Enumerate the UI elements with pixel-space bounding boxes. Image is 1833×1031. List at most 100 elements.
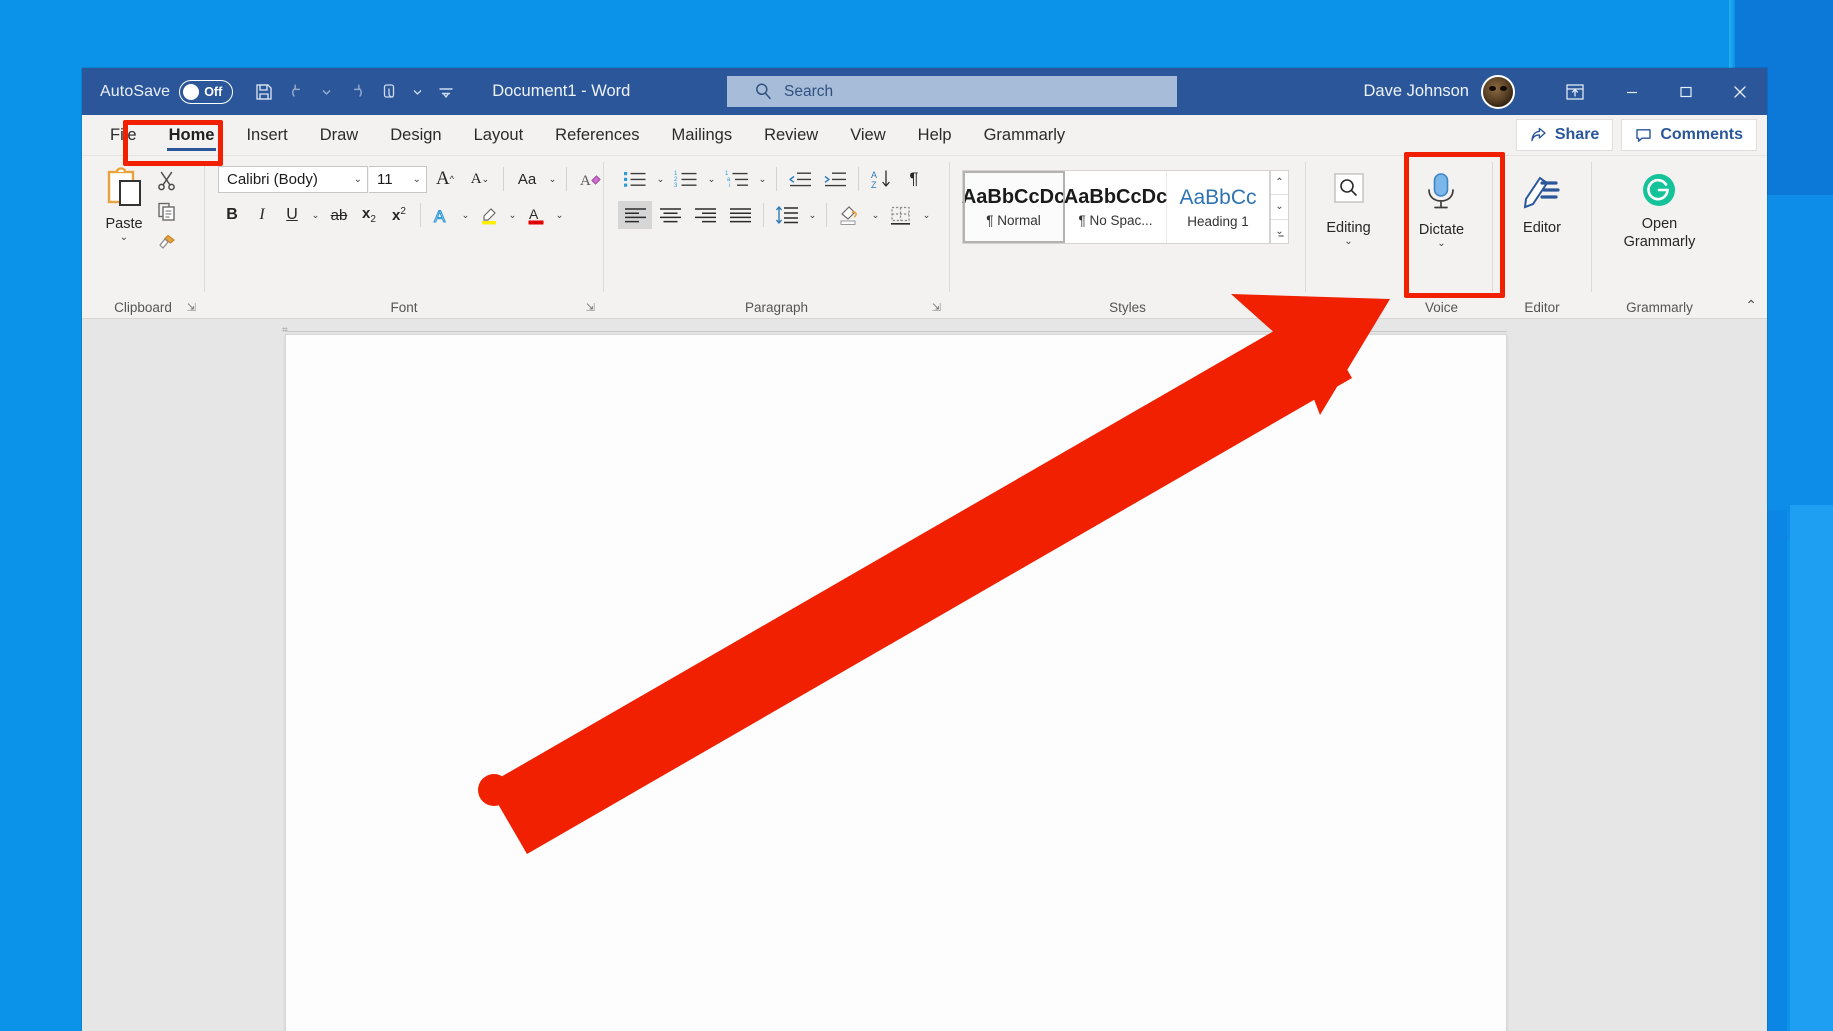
sort-icon[interactable]: A Z	[865, 165, 899, 193]
clear-formatting-icon[interactable]: A	[573, 165, 607, 193]
numbering-icon[interactable]: 1 2 3	[669, 165, 703, 193]
share-button[interactable]: Share	[1515, 119, 1614, 151]
search-input[interactable]: Search	[727, 76, 1177, 107]
dictate-button[interactable]: Dictate ⌄	[1413, 168, 1470, 249]
bullets-chevron-down-icon[interactable]: ⌄	[653, 165, 668, 193]
undo-chevron-down-icon[interactable]	[317, 75, 336, 108]
customize-quick-access-icon[interactable]	[429, 75, 462, 108]
styles-dialog-launcher[interactable]: ⇲	[1288, 301, 1297, 314]
document-page[interactable]	[285, 334, 1507, 1031]
open-grammarly-button[interactable]: Open Grammarly	[1618, 168, 1702, 250]
multilevel-list-icon[interactable]: 1 a i	[720, 165, 754, 193]
font-color-chevron-down-icon[interactable]: ⌄	[552, 201, 567, 229]
font-dialog-launcher[interactable]: ⇲	[586, 301, 595, 314]
touch-mode-icon[interactable]	[373, 75, 406, 108]
tab-mailings[interactable]: Mailings	[656, 115, 749, 155]
editing-chevron-down-icon[interactable]: ⌄	[1344, 237, 1352, 247]
shading-icon[interactable]	[833, 201, 867, 229]
underline-chevron-down-icon[interactable]: ⌄	[308, 201, 323, 229]
ribbon-display-options-icon[interactable]	[1545, 68, 1605, 115]
styles-more-icon[interactable]: ⌄̲	[1271, 219, 1288, 243]
borders-chevron-down-icon[interactable]: ⌄	[919, 201, 934, 229]
numbering-chevron-down-icon[interactable]: ⌄	[704, 165, 719, 193]
collapse-ribbon-icon[interactable]: ⌃	[1745, 297, 1757, 314]
bullets-icon[interactable]	[618, 165, 652, 193]
shading-chevron-down-icon[interactable]: ⌄	[868, 201, 883, 229]
paste-chevron-down-icon[interactable]: ⌄	[120, 233, 128, 243]
borders-icon[interactable]	[884, 201, 918, 229]
dictate-chevron-down-icon[interactable]: ⌄	[1437, 239, 1445, 249]
styles-scroll-down-icon[interactable]: ⌄	[1271, 195, 1288, 220]
group-label-styles: Styles ⇲	[1109, 299, 1297, 315]
tab-layout[interactable]: Layout	[458, 115, 540, 155]
tab-home[interactable]: Home	[153, 115, 231, 155]
align-center-icon[interactable]	[653, 201, 687, 229]
cut-icon[interactable]	[152, 166, 180, 194]
line-spacing-chevron-down-icon[interactable]: ⌄	[805, 201, 820, 229]
comment-icon	[1636, 129, 1652, 142]
multilevel-list-chevron-down-icon[interactable]: ⌄	[755, 165, 770, 193]
grow-font-icon[interactable]: A ^	[428, 165, 462, 193]
maximize-button[interactable]	[1659, 68, 1713, 115]
tab-references[interactable]: References	[539, 115, 655, 155]
align-right-icon[interactable]	[688, 201, 722, 229]
text-effects-chevron-down-icon[interactable]: ⌄	[458, 201, 473, 229]
strikethrough-icon[interactable]: ab	[325, 201, 353, 229]
avatar[interactable]	[1481, 74, 1515, 109]
comments-button[interactable]: Comments	[1621, 119, 1757, 151]
text-effects-icon[interactable]: A	[428, 201, 456, 229]
svg-text:A: A	[434, 207, 446, 226]
tab-insert[interactable]: Insert	[230, 115, 303, 155]
font-name-chevron-down-icon[interactable]: ⌄	[354, 174, 362, 184]
italic-icon[interactable]: I	[248, 201, 276, 229]
minimize-button[interactable]	[1605, 68, 1659, 115]
tab-review[interactable]: Review	[748, 115, 834, 155]
style-normal[interactable]: AaBbCcDc ¶ Normal	[962, 171, 1065, 243]
decrease-indent-icon[interactable]	[783, 165, 817, 193]
shrink-font-icon[interactable]: A ⌄	[463, 165, 497, 193]
format-painter-icon[interactable]	[152, 228, 180, 256]
styles-scroll-up-icon[interactable]: ⌃	[1271, 171, 1288, 196]
style-heading-1[interactable]: AaBbCc Heading 1	[1167, 171, 1269, 243]
close-button[interactable]	[1713, 68, 1767, 115]
font-name-combobox[interactable]: Calibri (Body) ⌄	[218, 165, 368, 193]
superscript-icon[interactable]: x2	[385, 201, 413, 229]
tab-file[interactable]: File	[94, 115, 153, 155]
editing-button[interactable]: Editing ⌄	[1320, 168, 1376, 247]
styles-gallery-scrollbar[interactable]: ⌃ ⌄ ⌄̲	[1270, 170, 1289, 244]
tab-grammarly[interactable]: Grammarly	[968, 115, 1082, 155]
editor-button[interactable]: Editor	[1514, 168, 1570, 236]
font-size-chevron-down-icon[interactable]: ⌄	[413, 174, 421, 184]
tab-view[interactable]: View	[834, 115, 901, 155]
clipboard-dialog-launcher[interactable]: ⇲	[187, 301, 196, 314]
undo-icon[interactable]	[282, 75, 315, 108]
style-no-spacing[interactable]: AaBbCcDc ¶ No Spac...	[1064, 171, 1167, 243]
paragraph-dialog-launcher[interactable]: ⇲	[932, 301, 941, 314]
change-case-icon[interactable]: Aa	[510, 165, 544, 193]
show-formatting-marks-icon[interactable]: ¶	[900, 165, 928, 193]
autosave-toggle[interactable]: AutoSave Off	[100, 79, 234, 104]
account-area[interactable]: Dave Johnson	[1364, 68, 1515, 115]
tab-draw[interactable]: Draw	[304, 115, 375, 155]
touch-mode-chevron-down-icon[interactable]	[408, 75, 427, 108]
change-case-chevron-down-icon[interactable]: ⌄	[545, 165, 560, 193]
tab-design[interactable]: Design	[374, 115, 457, 155]
font-color-icon[interactable]: A	[522, 201, 550, 229]
save-icon[interactable]	[247, 75, 280, 108]
copy-icon[interactable]	[152, 197, 180, 225]
line-spacing-icon[interactable]	[770, 201, 804, 229]
font-size-combobox[interactable]: 11 ⌄	[369, 165, 427, 193]
underline-icon[interactable]: U	[278, 201, 306, 229]
align-left-icon[interactable]	[618, 201, 652, 229]
increase-indent-icon[interactable]	[818, 165, 852, 193]
tab-help[interactable]: Help	[902, 115, 968, 155]
autosave-switch[interactable]: Off	[179, 79, 234, 104]
redo-icon[interactable]	[338, 75, 371, 108]
text-highlight-chevron-down-icon[interactable]: ⌄	[505, 201, 520, 229]
text-highlight-color-icon[interactable]	[475, 201, 503, 229]
styles-gallery[interactable]: AaBbCcDc ¶ Normal AaBbCcDc ¶ No Spac... …	[962, 170, 1270, 244]
paste-button[interactable]: Paste ⌄	[96, 162, 152, 243]
justify-icon[interactable]	[723, 201, 757, 229]
subscript-icon[interactable]: x2	[355, 201, 383, 229]
bold-icon[interactable]: B	[218, 201, 246, 229]
